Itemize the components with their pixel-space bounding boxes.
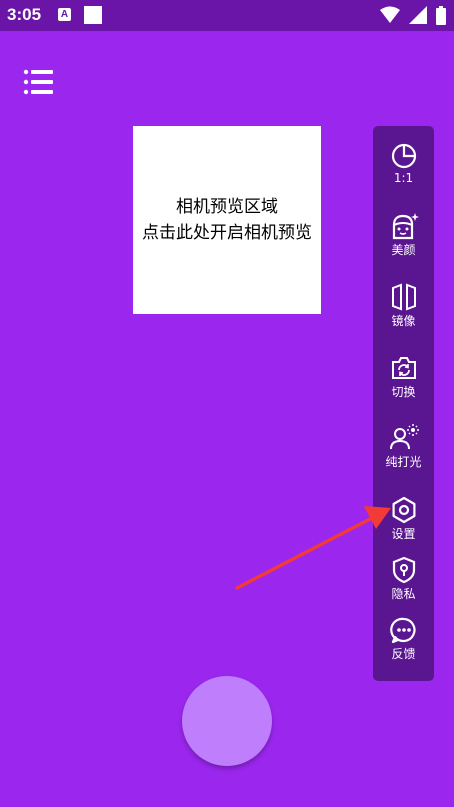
status-icons [376,6,446,25]
signal-icon [408,6,427,24]
tool-label: 纯打光 [385,455,422,469]
privacy-shield-icon [392,556,415,584]
menu-list-icon [23,69,53,95]
battery-icon [436,6,446,25]
tool-label: 隐私 [391,587,416,601]
tool-feedback[interactable]: 反馈 [373,616,434,662]
tool-label: 美颜 [391,243,416,257]
switch-camera-icon [391,357,416,379]
notification-icon: A [58,8,71,21]
notification-square-icon [84,6,102,24]
shutter-button[interactable] [182,676,272,766]
tool-settings[interactable]: 设置 [373,496,434,542]
preview-title: 相机预览区域 [176,197,278,217]
mirror-icon [391,283,416,311]
fill-light-icon [389,424,419,450]
tool-label: 1:1 [393,171,414,185]
beauty-icon [392,213,419,240]
status-bar: 3:05 A [0,0,454,31]
tool-label: 设置 [391,527,416,541]
feedback-icon [389,617,416,644]
camera-preview-area[interactable]: 相机预览区域 点击此处开启相机预览 [133,126,321,314]
gear-icon [392,496,415,524]
tool-mirror[interactable]: 镜像 [373,283,434,329]
tool-beauty[interactable]: 美颜 [373,212,434,258]
tool-privacy[interactable]: 隐私 [373,556,434,602]
tool-aspect-ratio[interactable]: 1:1 [373,142,434,185]
wifi-icon [379,6,400,23]
tool-switch-camera[interactable]: 切换 [373,354,434,400]
tool-label: 反馈 [391,647,416,661]
tool-fill-light[interactable]: 纯打光 [373,424,434,470]
preview-hint: 点击此处开启相机预览 [142,223,312,243]
menu-button[interactable] [22,69,58,97]
side-toolbar: 1:1 美颜 镜像 切换 纯打光 设置 隐私 反馈 [373,126,434,681]
tool-label: 切换 [391,385,416,399]
tool-label: 镜像 [391,314,416,328]
aspect-ratio-icon [391,143,416,169]
status-time: 3:05 [7,5,42,24]
